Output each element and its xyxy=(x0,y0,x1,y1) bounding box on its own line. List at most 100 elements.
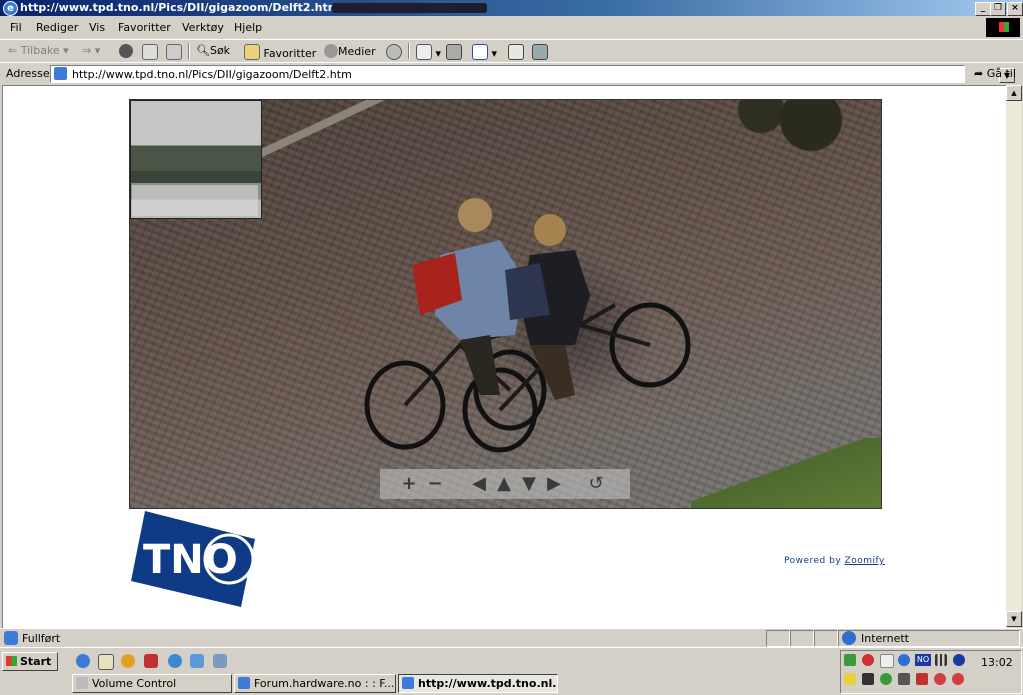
pan-right-icon[interactable]: ▶ xyxy=(543,475,565,493)
status-cell xyxy=(766,630,790,647)
title-bar[interactable]: e http://www.tpd.tno.nl/Pics/DII/gigazoo… xyxy=(0,0,1023,16)
tray-icon[interactable] xyxy=(844,654,856,666)
system-tray: NO 13:02 xyxy=(840,650,1022,694)
media-player-icon[interactable] xyxy=(121,654,135,668)
address-url[interactable]: http://www.tpd.tno.nl/Pics/DII/gigazoom/… xyxy=(72,68,352,81)
tree-foliage xyxy=(701,100,881,170)
toolbar-separator xyxy=(408,43,410,59)
reset-icon[interactable]: ↺ xyxy=(585,475,607,493)
status-cell xyxy=(790,630,814,647)
clock[interactable]: 13:02 xyxy=(981,656,1013,669)
app-quicklaunch-icon[interactable] xyxy=(144,654,158,668)
search-label: Søk xyxy=(209,44,231,57)
grass xyxy=(691,438,881,508)
task-tpd-tno[interactable]: http://www.tpd.tno.nl... xyxy=(398,674,558,693)
windows-flag-icon xyxy=(6,656,17,666)
pan-down-icon[interactable]: ▼ xyxy=(518,475,540,493)
menu-favorites[interactable]: Favoritter xyxy=(118,21,171,34)
tno-logo[interactable]: TNO xyxy=(131,511,255,611)
star-icon xyxy=(244,44,260,60)
tray-icon[interactable] xyxy=(862,654,874,666)
search-button[interactable]: 🔍︎Søk xyxy=(196,44,230,57)
tray-icon[interactable] xyxy=(862,673,874,685)
zoom-in-icon[interactable]: + xyxy=(398,475,420,493)
minimize-button[interactable]: _ xyxy=(975,2,991,16)
address-input[interactable]: http://www.tpd.tno.nl/Pics/DII/gigazoom/… xyxy=(50,65,1015,83)
tray-icon[interactable] xyxy=(898,673,910,685)
zoom-out-icon[interactable]: − xyxy=(424,475,446,493)
ie-quicklaunch-icon[interactable] xyxy=(76,654,90,668)
task-volume-control[interactable]: Volume Control xyxy=(72,674,232,693)
tray-icon[interactable] xyxy=(898,654,910,666)
go-button[interactable]: ➦ Gå til xyxy=(974,67,1016,80)
back-button[interactable]: ⇐ Tilbake ▾ xyxy=(8,44,69,57)
pan-up-icon[interactable]: ▲ xyxy=(493,475,515,493)
globe-icon xyxy=(842,631,856,645)
tno-logo-text: TNO xyxy=(143,537,238,583)
zoom-toolbar: + − ◀ ▲ ▼ ▶ ↺ xyxy=(380,469,630,499)
restore-button[interactable]: ❐ xyxy=(990,2,1006,16)
forward-button[interactable]: ⇒ ▾ xyxy=(82,44,100,57)
start-label: Start xyxy=(20,655,52,668)
discuss-icon xyxy=(508,44,524,60)
tray-icon[interactable] xyxy=(934,673,946,685)
history-icon xyxy=(386,44,402,60)
tray-icon[interactable] xyxy=(880,673,892,685)
language-indicator[interactable]: NO xyxy=(915,654,931,666)
discuss-button[interactable] xyxy=(508,44,524,60)
tray-icon[interactable] xyxy=(880,654,894,668)
powered-by: Powered by Zoomify xyxy=(784,556,885,566)
page-icon xyxy=(54,67,67,80)
media-button[interactable]: Medier xyxy=(324,44,376,58)
navigator-view-frame[interactable] xyxy=(132,185,258,216)
print-button[interactable] xyxy=(446,44,462,60)
stop-button[interactable] xyxy=(119,44,133,58)
vertical-scrollbar[interactable]: ▲ ▼ xyxy=(1006,85,1022,627)
zoomify-link[interactable]: Zoomify xyxy=(845,556,885,566)
show-desktop-icon[interactable] xyxy=(213,654,227,668)
pan-left-icon[interactable]: ◀ xyxy=(468,475,490,493)
scroll-down-button[interactable]: ▼ xyxy=(1006,611,1022,627)
status-cell xyxy=(814,630,838,647)
menu-edit[interactable]: Rediger xyxy=(36,21,78,34)
explorer-icon[interactable] xyxy=(190,654,204,668)
menu-tools[interactable]: Verktøy xyxy=(182,21,224,34)
title-redacted xyxy=(332,3,487,13)
scroll-up-button[interactable]: ▲ xyxy=(1006,85,1022,101)
mail-button[interactable]: ▾ xyxy=(416,44,441,60)
cyclists-image xyxy=(364,198,691,453)
task-label: Volume Control xyxy=(92,677,177,690)
powered-by-label: Powered by xyxy=(784,556,845,566)
edit-button[interactable]: ▾ xyxy=(472,44,497,60)
favorites-button[interactable]: Favoritter xyxy=(244,44,316,60)
tray-icon[interactable] xyxy=(916,673,928,685)
messenger-button[interactable] xyxy=(532,44,548,60)
status-text: Fullført xyxy=(22,632,61,645)
windows-logo-icon xyxy=(986,18,1020,37)
status-bar: Fullført Internett xyxy=(0,628,1023,647)
task-label: Forum.hardware.no : : F... xyxy=(254,677,395,690)
start-button[interactable]: Start xyxy=(2,652,58,671)
desktop-quicklaunch-icon[interactable] xyxy=(98,654,114,670)
tray-icon[interactable] xyxy=(844,673,856,685)
menu-view[interactable]: Vis xyxy=(89,21,105,34)
refresh-button[interactable] xyxy=(142,44,158,60)
close-button[interactable]: × xyxy=(1007,2,1023,16)
signal-icon[interactable] xyxy=(935,654,947,666)
task-forum-hardware[interactable]: Forum.hardware.no : : F... xyxy=(234,674,396,693)
history-button[interactable] xyxy=(386,44,402,60)
search-icon: 🔍︎ xyxy=(196,44,210,57)
zoom-viewer[interactable]: + − ◀ ▲ ▼ ▶ ↺ xyxy=(129,99,882,509)
tray-icon[interactable] xyxy=(953,654,965,666)
task-label: http://www.tpd.tno.nl... xyxy=(418,677,558,690)
zone-label: Internett xyxy=(861,632,909,645)
tray-icon[interactable] xyxy=(952,673,964,685)
menu-file[interactable]: Fil xyxy=(10,21,22,34)
favorites-label: Favoritter xyxy=(263,47,317,60)
home-button[interactable] xyxy=(166,44,182,60)
media-icon xyxy=(324,44,338,58)
ie-icon[interactable]: e xyxy=(3,1,18,16)
navigator-thumbnail[interactable] xyxy=(130,100,262,219)
outlook-icon[interactable] xyxy=(168,654,182,668)
menu-help[interactable]: Hjelp xyxy=(234,21,262,34)
